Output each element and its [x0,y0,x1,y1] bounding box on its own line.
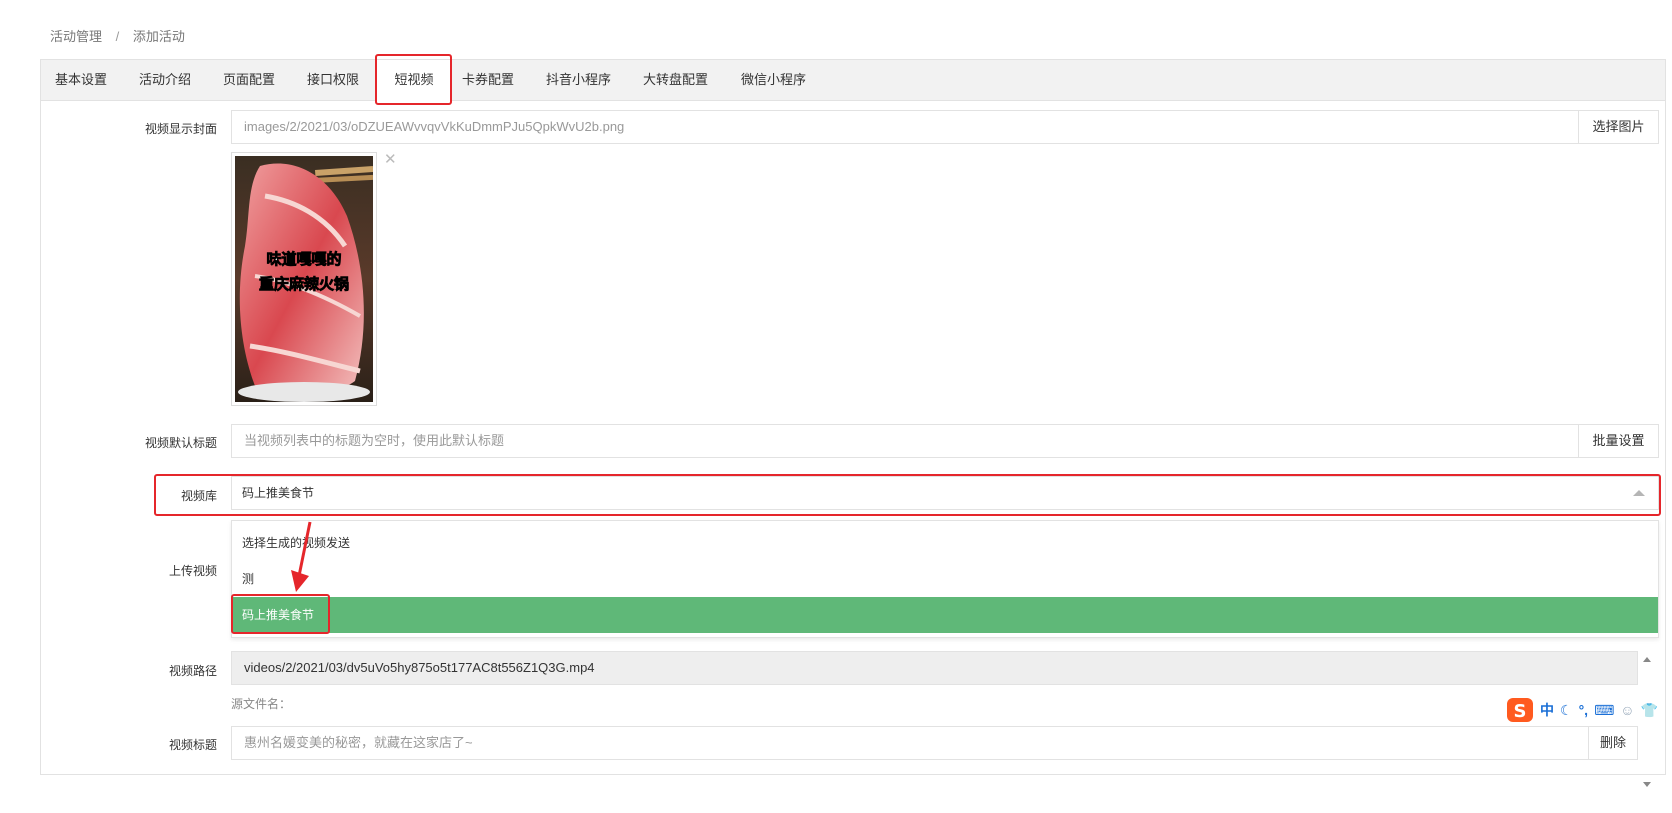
ime-toolbar[interactable]: S 中 ☾ °, ⌨ ☺ 👕 [1506,696,1658,724]
svg-text:S: S [1514,701,1527,722]
video-title-input[interactable]: 惠州名媛变美的秘密，就藏在这家店了~ [231,726,1589,760]
tab-wechat-miniprogram[interactable]: 微信小程序 [741,60,806,100]
breadcrumb-current: 添加活动 [132,29,185,44]
hotpot-meat-image: 味道嘎嘎的 重庆麻辣火锅 [235,156,374,402]
video-path-label: 视频路径 [168,664,217,678]
option-highlight-box [231,594,330,634]
breadcrumb: 活动管理 / 添加活动 [50,26,185,45]
tab-basic-settings[interactable]: 基本设置 [55,60,107,100]
sogou-logo-icon: S [1507,698,1533,722]
default-title-input[interactable]: 当视频列表中的标题为空时，使用此默认标题 [231,424,1579,458]
thumb-caption-1: 味道嘎嘎的 [266,250,341,268]
remove-image-icon[interactable]: ✕ [384,150,397,168]
punctuation-icon[interactable]: °, [1579,702,1589,718]
annotation-arrow-icon [291,521,312,592]
ime-mode-chinese[interactable]: 中 [1540,700,1554,720]
delete-button[interactable]: 删除 [1588,726,1638,760]
library-option-selected[interactable]: 码上推美食节 [232,597,1658,633]
upload-video-label: 上传视频 [168,564,217,578]
choose-image-button[interactable]: 选择图片 [1578,110,1659,144]
tab-wheel-config[interactable]: 大转盘配置 [643,60,708,100]
cover-thumbnail: 味道嘎嘎的 重庆麻辣火锅 [231,152,377,406]
user-icon[interactable]: ☺ [1620,702,1634,718]
thumb-caption-2: 重庆麻辣火锅 [259,275,349,293]
breadcrumb-parent[interactable]: 活动管理 [50,29,102,44]
tab-page-config[interactable]: 页面配置 [223,60,275,100]
library-option[interactable]: 测 [232,561,1658,597]
tab-coupon-config[interactable]: 卡券配置 [462,60,514,100]
library-option[interactable]: 选择生成的视频发送 [232,525,1658,561]
keyboard-icon[interactable]: ⌨ [1594,702,1614,719]
tab-highlight-box [375,54,452,105]
batch-set-button[interactable]: 批量设置 [1578,424,1659,458]
video-path-input: videos/2/2021/03/dv5uVo5hy875o5t177AC8t5… [231,651,1638,685]
source-filename-label: 源文件名： [231,697,292,711]
cover-path-input[interactable]: images/2/2021/03/oDZUEAWvvqvVkKuDmmPJu5Q… [231,110,1579,144]
scroll-up-icon[interactable] [1643,657,1651,662]
tab-bar: 基本设置 活动介绍 页面配置 接口权限 短视频 卡券配置 抖音小程序 大转盘配置… [41,60,1665,101]
library-highlight-box [154,474,1661,516]
default-title-label: 视频默认标题 [144,436,217,450]
breadcrumb-separator: / [115,29,120,44]
scroll-down-icon[interactable] [1643,782,1651,787]
tab-douyin-miniprogram[interactable]: 抖音小程序 [546,60,611,100]
moon-icon[interactable]: ☾ [1560,702,1573,719]
video-title-label: 视频标题 [168,738,217,752]
tab-activity-intro[interactable]: 活动介绍 [139,60,191,100]
video-library-dropdown: 选择生成的视频发送 测 码上推美食节 [231,520,1659,638]
cover-label: 视频显示封面 [144,122,217,136]
skin-shirt-icon[interactable]: 👕 [1641,702,1658,719]
tab-api-permissions[interactable]: 接口权限 [307,60,359,100]
